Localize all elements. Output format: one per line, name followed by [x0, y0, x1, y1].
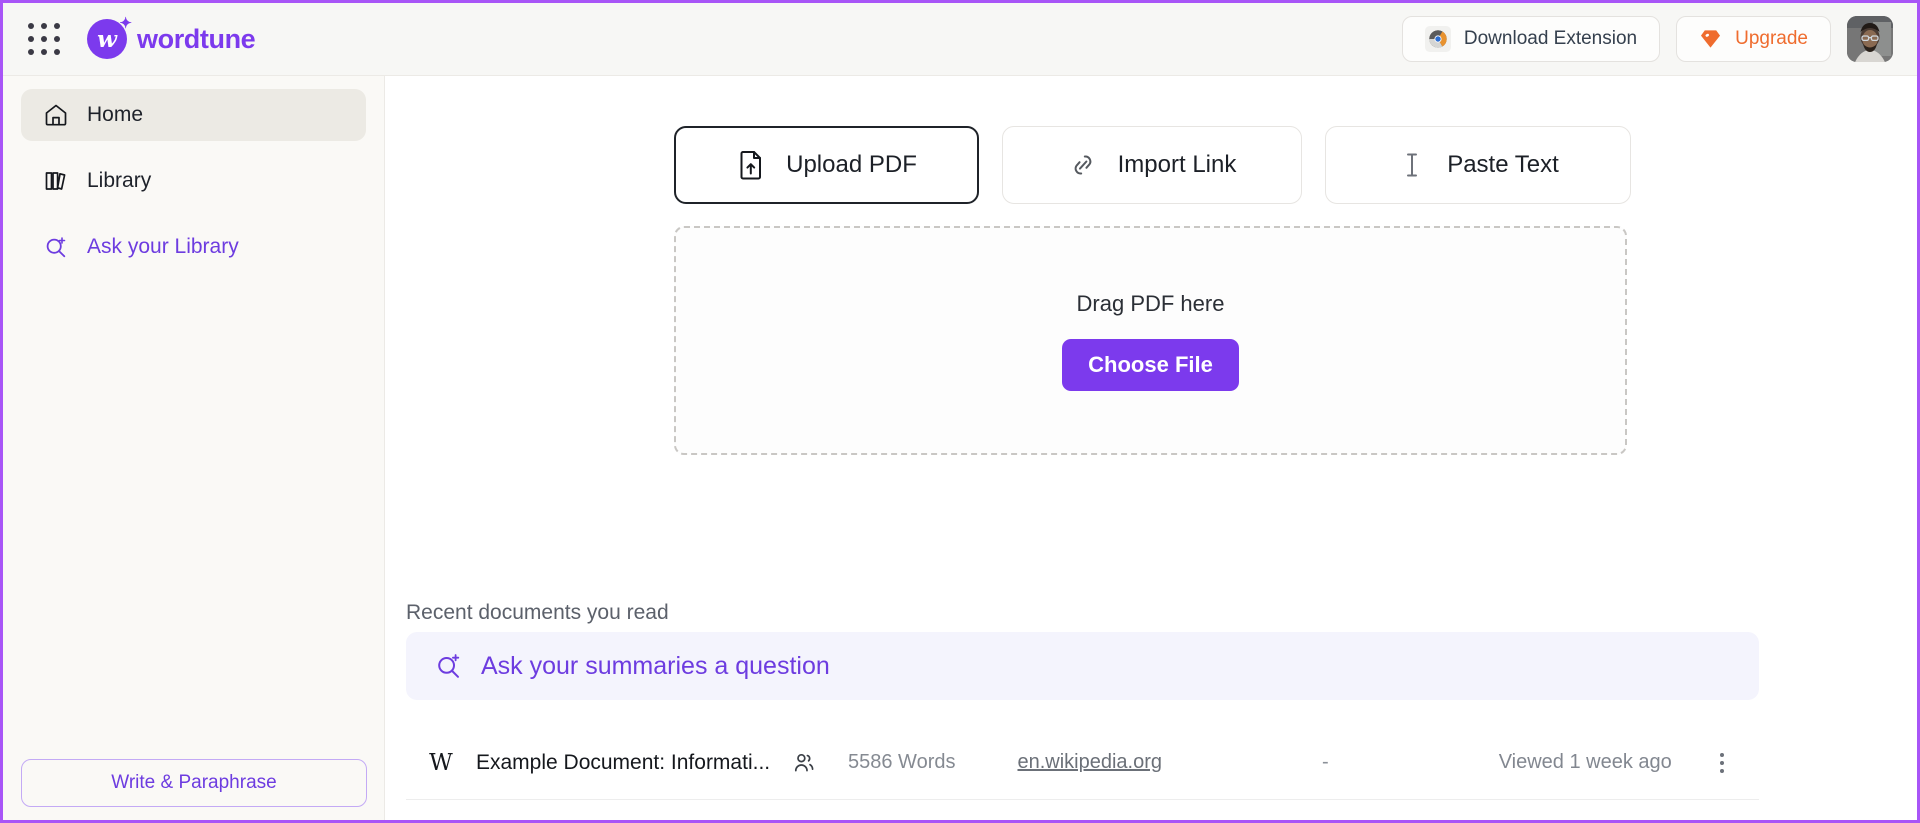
document-word-count: 5586 Words	[848, 751, 956, 773]
document-viewed-time: Viewed 1 week ago	[1498, 751, 1672, 773]
recent-documents-heading: Recent documents you read	[406, 601, 669, 624]
upgrade-label: Upgrade	[1735, 28, 1808, 49]
sidebar-item-library[interactable]: Library	[21, 155, 366, 207]
apps-grid-icon[interactable]	[27, 22, 61, 56]
kebab-dot	[1720, 760, 1724, 765]
source-selector: Upload PDF Import Link Paste Text	[674, 126, 1631, 204]
download-extension-button[interactable]: Download Extension	[1401, 16, 1661, 62]
pdf-dropzone[interactable]: Drag PDF here Choose File	[674, 226, 1627, 455]
upgrade-button[interactable]: Upgrade	[1676, 16, 1831, 62]
grid-dot	[28, 35, 35, 42]
kebab-menu-icon[interactable]	[1709, 748, 1735, 778]
grid-dot	[28, 48, 35, 55]
kebab-dot	[1720, 768, 1724, 773]
sidebar-item-label: Home	[87, 103, 144, 126]
grid-dot	[53, 35, 60, 42]
kebab-dot	[1720, 752, 1724, 757]
import-link-button[interactable]: Import Link	[1002, 126, 1302, 204]
paste-text-label: Paste Text	[1447, 151, 1559, 178]
ask-summaries-placeholder: Ask your summaries a question	[481, 651, 830, 680]
people-icon	[794, 753, 814, 771]
link-icon	[1074, 155, 1091, 175]
top-bar: w wordtune Download Extension	[3, 3, 1917, 76]
drag-pdf-here-text: Drag PDF here	[1076, 290, 1225, 316]
file-upload-icon	[740, 151, 762, 180]
import-link-label: Import Link	[1117, 151, 1237, 178]
wikipedia-favicon-icon: W	[429, 749, 453, 776]
grid-dot	[40, 35, 47, 42]
write-and-paraphrase-label: Write & Paraphrase	[111, 772, 277, 793]
search-sparkle-icon	[46, 237, 66, 258]
ask-summaries-input[interactable]: Ask your summaries a question	[406, 632, 1759, 700]
document-source-link[interactable]: en.wikipedia.org	[1017, 751, 1162, 774]
gem-icon	[1701, 30, 1721, 48]
search-sparkle-icon	[438, 654, 460, 678]
write-and-paraphrase-button[interactable]: Write & Paraphrase	[21, 759, 367, 807]
wordtune-logo[interactable]: w wordtune	[87, 14, 256, 59]
avatar-image	[1847, 16, 1893, 62]
download-extension-label: Download Extension	[1463, 28, 1638, 49]
sidebar: Home Library Ask your Library Write & Pa…	[3, 76, 385, 820]
avatar[interactable]	[1847, 16, 1893, 62]
sidebar-item-ask-your-library[interactable]: Ask your Library	[21, 221, 366, 273]
grid-dot	[40, 23, 47, 30]
main-content: Upload PDF Import Link Paste Text Drag P…	[386, 76, 1917, 820]
brand-name: wordtune	[137, 23, 256, 54]
paste-text-button[interactable]: Paste Text	[1325, 126, 1631, 204]
wordtune-mark-icon: w	[87, 14, 132, 59]
home-icon	[45, 104, 67, 126]
grid-dot	[28, 23, 35, 30]
grid-dot	[53, 48, 60, 55]
books-icon	[45, 172, 66, 190]
grid-dot	[53, 23, 60, 30]
app-window: w wordtune Download Extension	[0, 0, 1920, 823]
chrome-icon	[1424, 26, 1451, 52]
sidebar-item-label: Ask your Library	[87, 235, 239, 258]
sidebar-item-label: Library	[87, 169, 152, 192]
grid-dot	[40, 48, 47, 55]
upload-pdf-label: Upload PDF	[786, 151, 917, 178]
sidebar-item-home[interactable]: Home	[21, 89, 366, 141]
top-bar-actions: Download Extension Upgrade	[1401, 16, 1893, 62]
upload-pdf-button[interactable]: Upload PDF	[674, 126, 979, 204]
choose-file-button[interactable]: Choose File	[1062, 338, 1239, 391]
text-cursor-icon	[1407, 153, 1418, 177]
document-extra-field: -	[1322, 751, 1329, 773]
table-row[interactable]: W Example Document: Informati... 5586 Wo…	[406, 726, 1759, 800]
document-title: Example Document: Informati...	[476, 750, 771, 774]
